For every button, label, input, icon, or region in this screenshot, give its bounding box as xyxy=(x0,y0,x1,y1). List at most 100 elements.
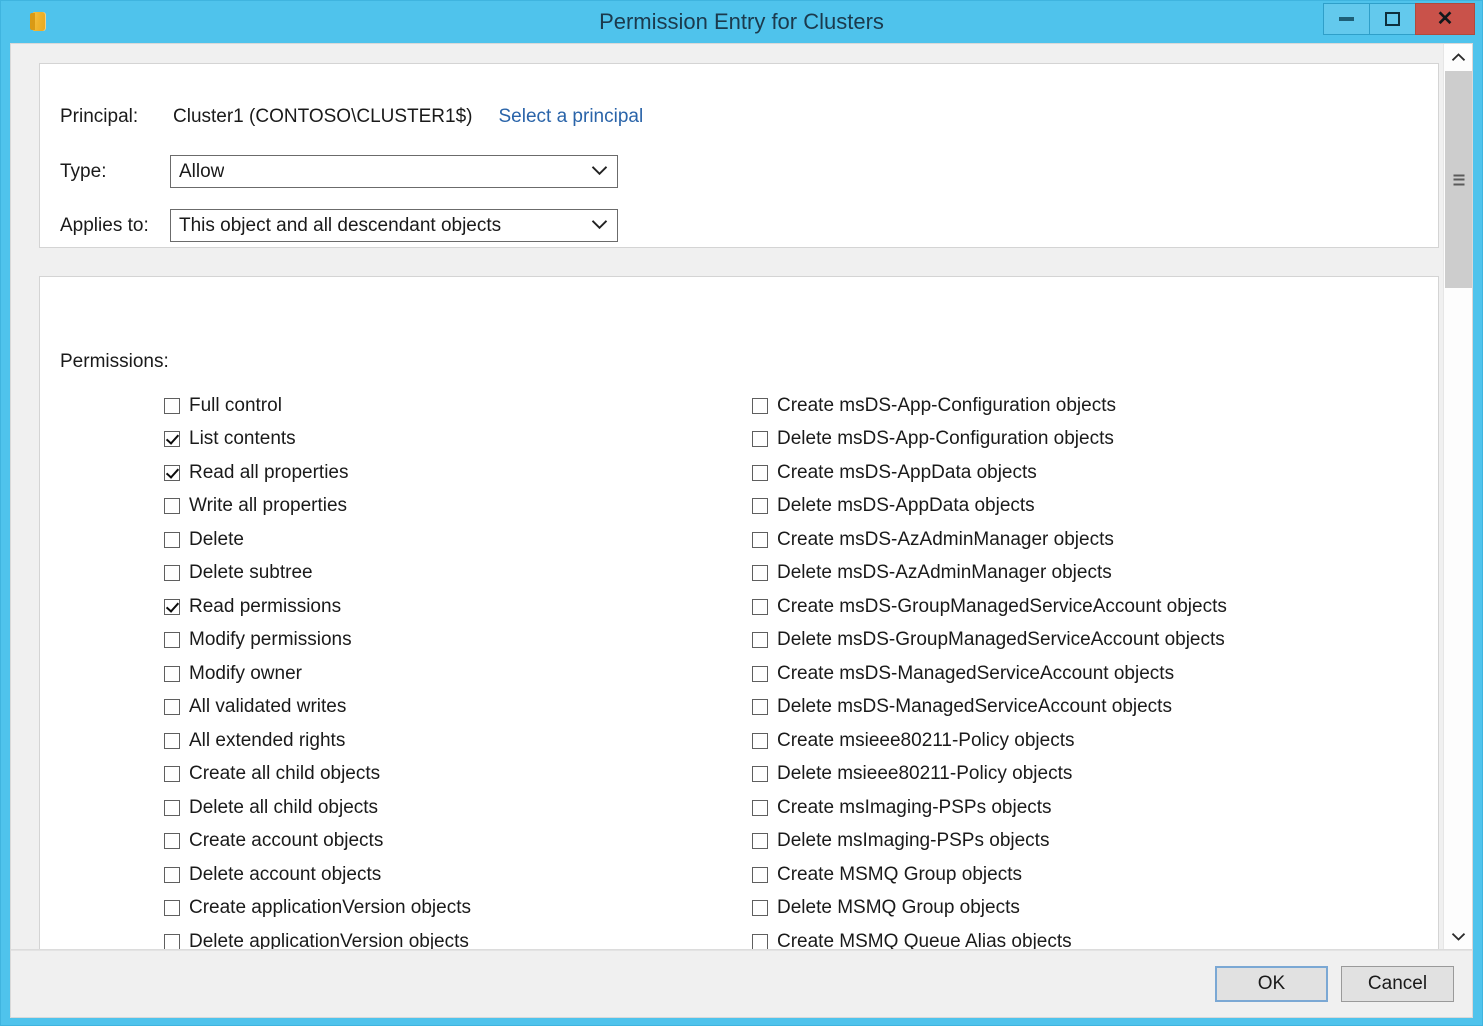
permission-checkbox[interactable] xyxy=(752,699,768,715)
permission-checkbox[interactable] xyxy=(752,733,768,749)
permission-item[interactable]: Delete msDS-AppData objects xyxy=(752,490,1227,524)
permission-item[interactable]: Full control xyxy=(164,389,471,423)
permission-item[interactable]: Delete applicationVersion objects xyxy=(164,925,471,949)
maximize-button[interactable] xyxy=(1369,3,1415,35)
permission-label: Delete applicationVersion objects xyxy=(189,931,469,949)
principal-label: Principal: xyxy=(60,106,170,128)
permission-checkbox[interactable] xyxy=(752,867,768,883)
permission-item[interactable]: Create msieee80211-Policy objects xyxy=(752,724,1227,758)
permission-item[interactable]: Modify permissions xyxy=(164,624,471,658)
permission-item[interactable]: Read all properties xyxy=(164,456,471,490)
permission-item[interactable]: Delete msDS-ManagedServiceAccount object… xyxy=(752,691,1227,725)
permission-item[interactable]: Delete msDS-AzAdminManager objects xyxy=(752,557,1227,591)
permission-item[interactable]: Delete all child objects xyxy=(164,791,471,825)
permission-checkbox[interactable] xyxy=(164,398,180,414)
applies-to-dropdown[interactable]: This object and all descendant objects xyxy=(170,209,618,242)
minimize-button[interactable] xyxy=(1323,3,1369,35)
close-button[interactable]: ✕ xyxy=(1415,3,1475,35)
permission-checkbox[interactable] xyxy=(752,498,768,514)
permission-label: Delete msDS-App-Configuration objects xyxy=(777,428,1114,450)
select-a-principal-link[interactable]: Select a principal xyxy=(499,106,644,128)
permission-checkbox[interactable] xyxy=(164,666,180,682)
title-bar: Permission Entry for Clusters ✕ xyxy=(1,1,1482,43)
permission-checkbox[interactable] xyxy=(752,900,768,916)
scroll-thumb[interactable] xyxy=(1445,71,1472,288)
permission-item[interactable]: Delete msieee80211-Policy objects xyxy=(752,758,1227,792)
permission-checkbox[interactable] xyxy=(752,565,768,581)
permission-item[interactable]: Delete msDS-GroupManagedServiceAccount o… xyxy=(752,624,1227,658)
permission-checkbox[interactable] xyxy=(164,833,180,849)
permission-item[interactable]: Delete msImaging-PSPs objects xyxy=(752,825,1227,859)
permission-label: Delete msDS-ManagedServiceAccount object… xyxy=(777,696,1172,718)
type-dropdown[interactable]: Allow xyxy=(170,155,618,188)
permission-item[interactable]: Write all properties xyxy=(164,490,471,524)
permission-checkbox[interactable] xyxy=(752,599,768,615)
permission-item[interactable]: Read permissions xyxy=(164,590,471,624)
permission-checkbox[interactable] xyxy=(752,398,768,414)
permission-item[interactable]: Create MSMQ Group objects xyxy=(752,858,1227,892)
permission-checkbox[interactable] xyxy=(752,431,768,447)
permission-item[interactable]: List contents xyxy=(164,423,471,457)
permission-item[interactable]: Create msDS-ManagedServiceAccount object… xyxy=(752,657,1227,691)
permission-item[interactable]: Delete account objects xyxy=(164,858,471,892)
permission-checkbox[interactable] xyxy=(752,632,768,648)
permission-item[interactable]: All validated writes xyxy=(164,691,471,725)
permission-item[interactable]: Create applicationVersion objects xyxy=(164,892,471,926)
permission-label: Delete account objects xyxy=(189,864,381,886)
permission-item[interactable]: Create msDS-AzAdminManager objects xyxy=(752,523,1227,557)
permission-checkbox[interactable] xyxy=(164,599,180,615)
permission-item[interactable]: Delete subtree xyxy=(164,557,471,591)
permission-item[interactable]: Create all child objects xyxy=(164,758,471,792)
permission-checkbox[interactable] xyxy=(164,498,180,514)
permission-checkbox[interactable] xyxy=(164,800,180,816)
permission-checkbox[interactable] xyxy=(164,632,180,648)
permission-checkbox[interactable] xyxy=(164,565,180,581)
permission-checkbox[interactable] xyxy=(164,733,180,749)
ok-button[interactable]: OK xyxy=(1215,966,1328,1002)
permission-checkbox[interactable] xyxy=(752,800,768,816)
permission-checkbox[interactable] xyxy=(164,766,180,782)
permission-checkbox[interactable] xyxy=(164,699,180,715)
permission-checkbox[interactable] xyxy=(752,465,768,481)
permission-item[interactable]: All extended rights xyxy=(164,724,471,758)
permission-checkbox[interactable] xyxy=(752,833,768,849)
permission-checkbox[interactable] xyxy=(752,666,768,682)
permission-label: Create msDS-App-Configuration objects xyxy=(777,395,1116,417)
permission-item[interactable]: Create msImaging-PSPs objects xyxy=(752,791,1227,825)
permission-checkbox[interactable] xyxy=(164,934,180,949)
permission-item[interactable]: Delete MSMQ Group objects xyxy=(752,892,1227,926)
permission-label: Delete msDS-GroupManagedServiceAccount o… xyxy=(777,629,1225,651)
permission-item[interactable]: Modify owner xyxy=(164,657,471,691)
permission-item[interactable]: Delete msDS-App-Configuration objects xyxy=(752,423,1227,457)
permission-checkbox[interactable] xyxy=(164,465,180,481)
principal-group-box: Principal: Cluster1 (CONTOSO\CLUSTER1$) … xyxy=(39,63,1439,248)
permission-item[interactable]: Create msDS-AppData objects xyxy=(752,456,1227,490)
permission-checkbox[interactable] xyxy=(752,766,768,782)
cancel-button[interactable]: Cancel xyxy=(1341,966,1454,1002)
permission-item[interactable]: Create msDS-App-Configuration objects xyxy=(752,389,1227,423)
permissions-group-box: Permissions: Full controlList contentsRe… xyxy=(39,276,1439,949)
permission-label: Delete all child objects xyxy=(189,797,378,819)
scroll-down-arrow-icon[interactable] xyxy=(1444,923,1472,949)
permission-item[interactable]: Create account objects xyxy=(164,825,471,859)
permission-checkbox[interactable] xyxy=(752,532,768,548)
permission-item[interactable]: Create msDS-GroupManagedServiceAccount o… xyxy=(752,590,1227,624)
permission-item[interactable]: Delete xyxy=(164,523,471,557)
permission-label: Delete msDS-AzAdminManager objects xyxy=(777,562,1112,584)
permission-label: All extended rights xyxy=(189,730,345,752)
permission-checkbox[interactable] xyxy=(164,431,180,447)
permission-label: Modify owner xyxy=(189,663,302,685)
permission-checkbox[interactable] xyxy=(164,532,180,548)
applies-to-row: Applies to: This object and all descenda… xyxy=(60,209,618,242)
permission-label: Delete MSMQ Group objects xyxy=(777,897,1020,919)
vertical-scrollbar[interactable] xyxy=(1443,44,1472,949)
permission-label: Read permissions xyxy=(189,596,341,618)
permission-item[interactable]: Create MSMQ Queue Alias objects xyxy=(752,925,1227,949)
scroll-up-arrow-icon[interactable] xyxy=(1444,44,1472,70)
permission-checkbox[interactable] xyxy=(752,934,768,949)
chevron-down-icon xyxy=(591,163,608,181)
dialog-footer: OK Cancel xyxy=(11,949,1472,1017)
permission-checkbox[interactable] xyxy=(164,900,180,916)
permission-label: List contents xyxy=(189,428,296,450)
permission-checkbox[interactable] xyxy=(164,867,180,883)
